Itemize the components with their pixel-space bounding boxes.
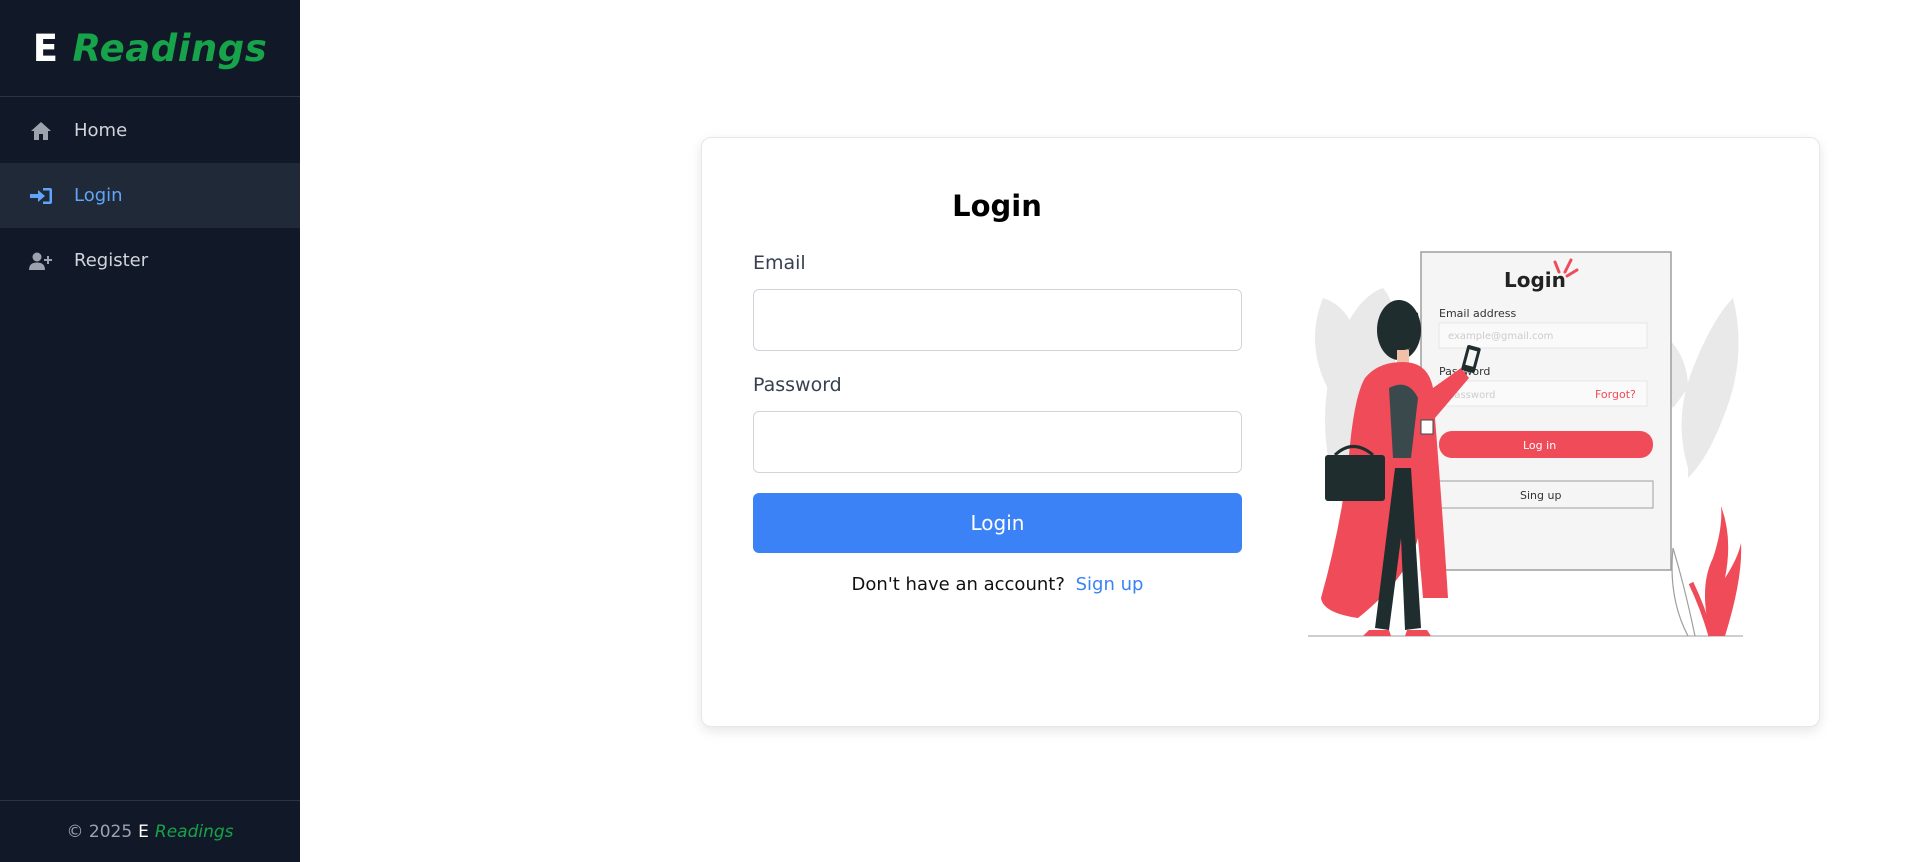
footer-brand-word: Readings [154,821,234,842]
brand-letter: E [32,26,59,70]
illustration-signup-button: Sing up [1520,489,1561,502]
sidebar-footer: © 2025 E Readings [0,800,300,862]
illustration-title: Login [1504,268,1566,292]
password-field[interactable] [753,411,1242,473]
footer-brand-letter: E [138,821,149,842]
illustration-login-button: Log in [1523,439,1556,452]
illustration-email-label: Email address [1439,307,1517,320]
login-button[interactable]: Login [753,493,1242,553]
sidebar: E Readings Home Login Register © 2025 E … [0,0,300,862]
email-field[interactable] [753,289,1242,351]
user-plus-icon [28,248,54,274]
sidebar-item-login[interactable]: Login [0,163,300,228]
brand-word: Readings [72,26,268,70]
page-title: Login [952,189,1042,223]
login-card: Login Email Password Login Don't have an… [701,137,1820,727]
home-icon [28,118,54,144]
signup-prompt: Don't have an account? [851,574,1065,595]
illustration-email-placeholder: example@gmail.com [1448,331,1553,342]
sidebar-item-label: Login [74,185,123,206]
illustration-forgot: Forgot? [1595,388,1636,401]
sidebar-nav: Home Login Register [0,98,300,293]
sign-in-icon [28,183,54,209]
copyright-text: © 2025 [66,821,133,842]
signup-row: Don't have an account? Sign up [753,574,1242,595]
sidebar-item-home[interactable]: Home [0,98,300,163]
login-illustration: Login Email address example@gmail.com Pa… [1308,251,1743,637]
sidebar-item-label: Home [74,120,128,141]
password-label: Password [753,374,842,396]
signup-link[interactable]: Sign up [1076,574,1144,595]
brand-logo[interactable]: E Readings [0,0,300,97]
sidebar-item-label: Register [74,250,149,271]
email-label: Email [753,252,806,274]
sidebar-item-register[interactable]: Register [0,228,300,293]
